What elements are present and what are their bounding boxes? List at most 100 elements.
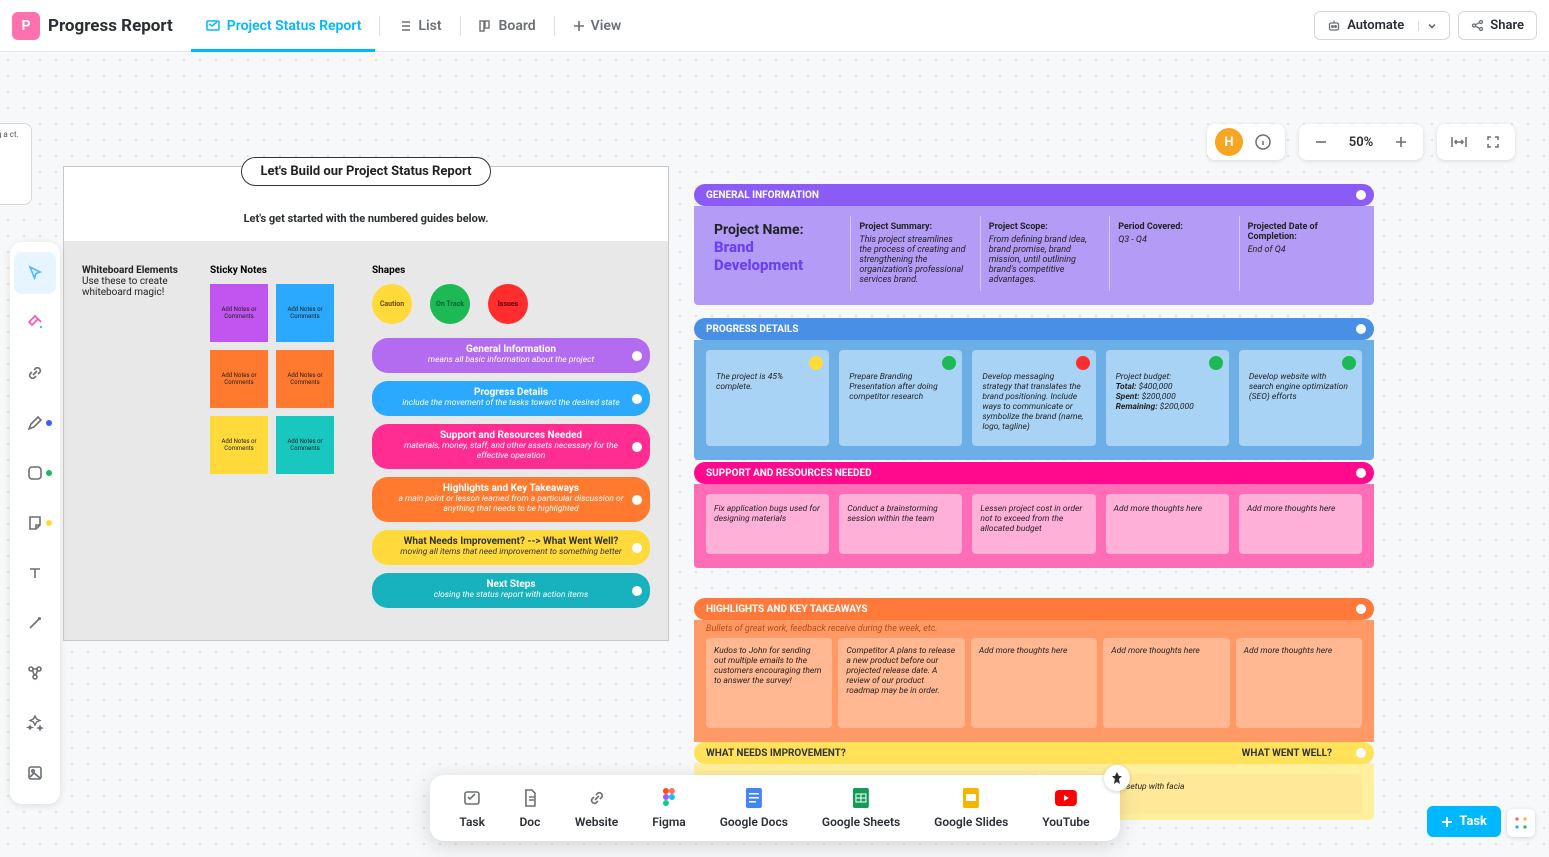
support-card[interactable]: Add more thoughts here <box>1106 494 1229 554</box>
sticky-sample[interactable]: Add Notes or Comments <box>276 350 334 408</box>
highlight-card[interactable]: Add more thoughts here <box>1103 638 1229 728</box>
sticky-sample[interactable]: Add Notes or Comments <box>210 416 268 474</box>
support-card[interactable]: Lessen project cost in order not to exce… <box>972 494 1095 554</box>
tab-label: Project Status Report <box>227 18 362 34</box>
pen-tool[interactable] <box>14 402 56 444</box>
workspace-logo[interactable]: P <box>12 12 40 40</box>
templates-tool[interactable] <box>14 302 56 344</box>
highlight-card[interactable]: Add more thoughts here <box>1236 638 1362 728</box>
presence-pill: H <box>1207 124 1285 160</box>
insert-figma[interactable]: Figma <box>652 787 685 829</box>
progress-card[interactable]: Project budget:Total: $400,000Spent: $20… <box>1106 350 1229 446</box>
general-info-field[interactable]: Project Summary:This project streamlines… <box>850 216 973 291</box>
section-legend[interactable]: Highlights and Key Takeawaysa main point… <box>372 477 650 522</box>
plus-icon <box>573 20 585 32</box>
robot-icon <box>1327 19 1341 33</box>
project-name-label: Project Name: <box>714 222 836 238</box>
support-card[interactable]: Fix application bugs used for designing … <box>706 494 829 554</box>
improve-right-title: WHAT WENT WELL? <box>1242 748 1332 759</box>
select-tool[interactable] <box>14 252 56 294</box>
partial-offscreen-card[interactable]: ig a ct. <box>0 123 32 205</box>
whiteboard-canvas[interactable]: ig a ct. H 50% Let's Build our <box>0 52 1549 857</box>
section-legend[interactable]: Progress Detailsinclude the movement of … <box>372 381 650 416</box>
info-icon[interactable] <box>1249 128 1277 156</box>
highlight-card[interactable]: Competitor A plans to release a new prod… <box>838 638 964 728</box>
fit-width-icon[interactable] <box>1445 128 1473 156</box>
status-circle[interactable]: Caution <box>372 284 412 324</box>
progress-card[interactable]: Develop website with search engine optim… <box>1239 350 1362 446</box>
insert-doc[interactable]: Doc <box>519 787 541 829</box>
ai-tool[interactable] <box>14 702 56 744</box>
whiteboard-toolbar <box>10 242 60 804</box>
status-circle[interactable]: Issues <box>488 284 528 324</box>
relations-tool[interactable] <box>14 652 56 694</box>
general-info-field[interactable]: Period Covered:Q3 - Q4 <box>1109 216 1232 291</box>
section-support-resources[interactable]: SUPPORT AND RESOURCES NEEDED Fix applica… <box>694 460 1374 568</box>
progress-card[interactable]: Develop messaging strategy that translat… <box>972 350 1095 446</box>
sticky-sample[interactable]: Add Notes or Comments <box>210 350 268 408</box>
progress-card[interactable]: The project is 45% complete. <box>706 350 829 446</box>
general-info-field[interactable]: Project Scope:From defining brand idea, … <box>980 216 1103 291</box>
share-icon <box>1471 19 1484 32</box>
section-legend[interactable]: Next Stepsclosing the status report with… <box>372 573 650 608</box>
zoom-in-button[interactable] <box>1387 128 1415 156</box>
project-name-value: Brand Development <box>714 238 836 274</box>
share-button[interactable]: Share <box>1458 11 1537 40</box>
tab-add-view[interactable]: View <box>559 0 636 52</box>
zoom-out-button[interactable] <box>1307 128 1335 156</box>
avatar[interactable]: H <box>1215 128 1243 156</box>
image-tool[interactable] <box>14 752 56 794</box>
insert-google-slides[interactable]: Google Slides <box>934 787 1008 829</box>
automate-label: Automate <box>1347 18 1404 33</box>
section-highlights[interactable]: HIGHLIGHTS AND KEY TAKEAWAYS Bullets of … <box>694 596 1374 742</box>
board-icon <box>479 19 493 33</box>
support-card[interactable]: Add more thoughts here <box>1239 494 1362 554</box>
insert-task[interactable]: Task <box>459 787 485 829</box>
status-circle[interactable]: On Track <box>430 284 470 324</box>
link-tool[interactable] <box>14 352 56 394</box>
text-tool[interactable] <box>14 552 56 594</box>
whiteboard-icon <box>205 18 221 34</box>
fullscreen-icon[interactable] <box>1479 128 1507 156</box>
section-legend[interactable]: What Needs Improvement? --> What Went We… <box>372 530 650 565</box>
section-general-information[interactable]: GENERAL INFORMATION Project Name: Brand … <box>694 182 1374 305</box>
section-legend[interactable]: Support and Resources Neededmaterials, m… <box>372 424 650 469</box>
tab-label: Board <box>499 18 536 34</box>
highlight-card[interactable]: Kudos to John for sending out multiple e… <box>706 638 832 728</box>
chevron-down-icon[interactable] <box>1418 21 1437 31</box>
tab-project-status-report[interactable]: Project Status Report <box>191 0 376 52</box>
automate-button[interactable]: Automate <box>1314 11 1450 40</box>
insert-google-sheets[interactable]: Google Sheets <box>822 787 900 829</box>
connector-tool[interactable] <box>14 602 56 644</box>
shapes-label: Shapes <box>372 265 650 276</box>
zoom-level[interactable]: 50% <box>1341 135 1381 150</box>
pin-icon[interactable] <box>1104 765 1130 791</box>
insert-website[interactable]: Website <box>575 787 618 829</box>
section-progress-details[interactable]: PROGRESS DETAILS The project is 45% comp… <box>694 316 1374 460</box>
tab-list[interactable]: List <box>384 0 455 52</box>
tab-label: List <box>418 18 441 34</box>
sticky-sample[interactable]: Add Notes or Comments <box>210 284 268 342</box>
apps-button[interactable] <box>1507 809 1535 837</box>
share-label: Share <box>1490 18 1524 33</box>
highlight-card[interactable]: Add more thoughts here <box>971 638 1097 728</box>
create-task-button[interactable]: Task <box>1427 806 1501 837</box>
highlights-subtitle: Bullets of great work, feedback receive … <box>694 620 1374 636</box>
section-title: GENERAL INFORMATION <box>706 190 819 201</box>
guide-panel[interactable]: Let's Build our Project Status Report Le… <box>63 166 669 641</box>
insert-google-docs[interactable]: Google Docs <box>720 787 788 829</box>
support-card[interactable]: Conduct a brainstorming session within t… <box>839 494 962 554</box>
section-title: PROGRESS DETAILS <box>706 324 799 335</box>
insert-youtube[interactable]: YouTube <box>1042 787 1089 829</box>
tab-board[interactable]: Board <box>465 0 550 52</box>
sticky-sample[interactable]: Add Notes or Comments <box>276 284 334 342</box>
sticky-note-tool[interactable] <box>14 502 56 544</box>
list-icon <box>398 19 412 33</box>
shape-tool[interactable] <box>14 452 56 494</box>
general-info-field[interactable]: Projected Date of Completion:End of Q4 <box>1239 216 1362 291</box>
sticky-sample[interactable]: Add Notes or Comments <box>276 416 334 474</box>
progress-card[interactable]: Prepare Branding Presentation after doin… <box>839 350 962 446</box>
section-legend[interactable]: General Informationmeans all basic infor… <box>372 338 650 373</box>
page-title: Progress Report <box>48 16 173 36</box>
insert-bar: Task Doc Website Figma Google Docs Google She… <box>429 775 1119 841</box>
